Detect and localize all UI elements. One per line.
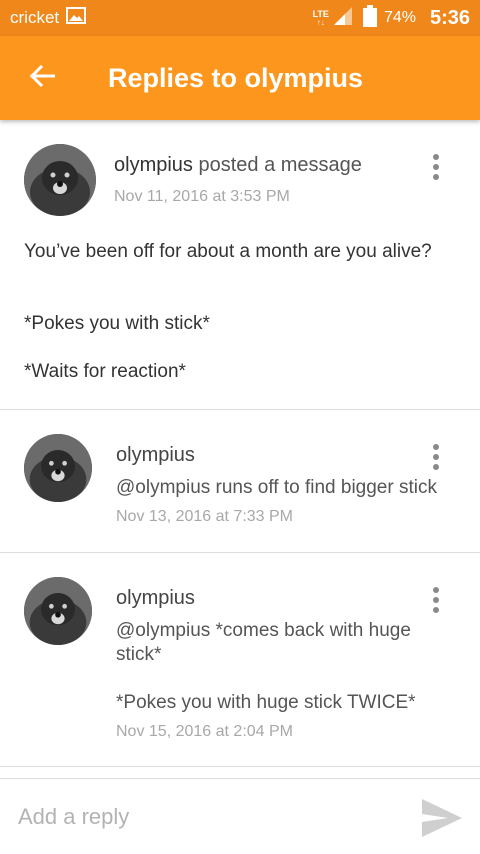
- reply-timestamp: Nov 13, 2016 at 7:33 PM: [116, 508, 293, 525]
- status-bar: cricket LTE ↑↓ 74% 5:36: [0, 0, 480, 36]
- post-author[interactable]: olympius: [114, 154, 193, 176]
- send-icon: [420, 799, 464, 843]
- post-header: olympius posted a message: [114, 154, 362, 177]
- clock: 5:36: [429, 6, 470, 29]
- post-verb: posted a message: [192, 154, 362, 176]
- app-bar: Replies to olympius: [0, 36, 480, 120]
- more-vertical-icon: [433, 154, 439, 160]
- carrier-label: cricket: [10, 8, 60, 27]
- post-body-line3: *Waits for reaction*: [24, 361, 186, 382]
- reply-item: olympius @olympius runs off to find bigg…: [0, 410, 480, 553]
- page-title: Replies to olympius: [108, 62, 364, 93]
- original-post: olympius posted a message Nov 11, 2016 a…: [0, 120, 480, 410]
- reply-timestamp: Nov 15, 2016 at 2:04 PM: [116, 723, 293, 740]
- reply-author[interactable]: olympius: [116, 444, 195, 467]
- post-body-line1: You’ve been off for about a month are yo…: [24, 241, 432, 262]
- reply-item: olympius @olympius *comes back with huge…: [0, 553, 480, 767]
- back-button[interactable]: [22, 58, 62, 98]
- lte-indicator: LTE ↑↓: [312, 8, 329, 27]
- more-options-button[interactable]: [426, 152, 446, 182]
- reply-author[interactable]: olympius: [116, 587, 195, 610]
- image-icon: [66, 7, 87, 29]
- reply-input[interactable]: [18, 797, 398, 837]
- replies-feed: olympius posted a message Nov 11, 2016 a…: [0, 120, 480, 767]
- reply-text: @olympius *comes back with huge stick*: [116, 620, 411, 665]
- avatar[interactable]: [24, 434, 92, 502]
- avatar[interactable]: [24, 577, 92, 645]
- more-options-button[interactable]: [426, 585, 446, 615]
- battery-icon: [362, 4, 377, 32]
- post-timestamp: Nov 11, 2016 at 3:53 PM: [114, 188, 290, 205]
- post-body-line2: *Pokes you with stick*: [24, 313, 210, 334]
- reply-text-line2: *Pokes you with huge stick TWICE*: [116, 692, 416, 713]
- arrow-left-icon: [29, 64, 56, 92]
- battery-percent: 74%: [383, 9, 416, 26]
- more-vertical-icon: [433, 587, 439, 593]
- signal-icon: [333, 6, 353, 31]
- avatar[interactable]: [24, 144, 96, 216]
- more-vertical-icon: [433, 444, 439, 450]
- send-button[interactable]: [420, 797, 464, 839]
- reply-bar: [0, 778, 480, 854]
- reply-text: @olympius runs off to find bigger stick: [116, 477, 437, 498]
- more-options-button[interactable]: [426, 442, 446, 472]
